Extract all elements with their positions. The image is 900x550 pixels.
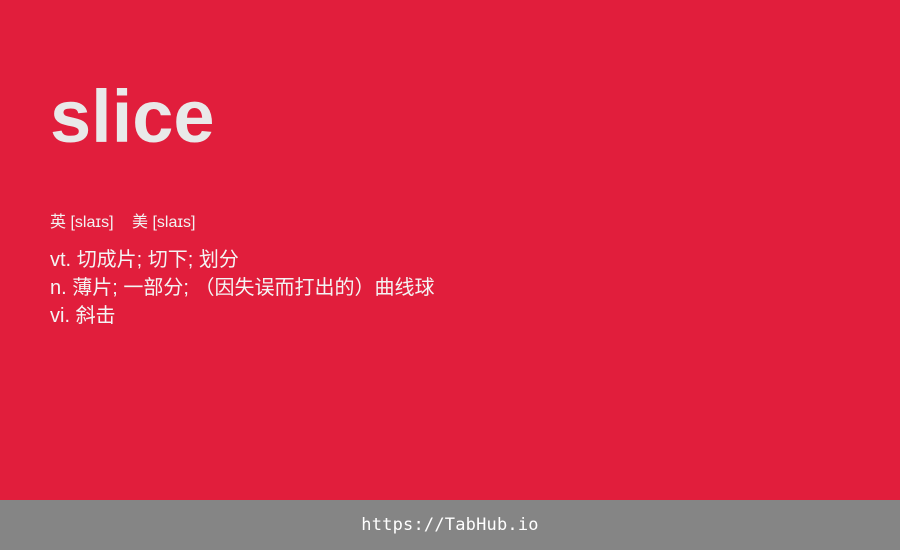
headword: slice <box>50 75 215 158</box>
definition-item: vi. 斜击 <box>50 302 434 330</box>
definitions-list: vt. 切成片; 切下; 划分 n. 薄片; 一部分; （因失误而打出的）曲线球… <box>50 246 434 330</box>
phonetic-uk-ipa: [slaɪs] <box>70 214 114 231</box>
phonetic-us: 美 [slaɪs] <box>132 212 196 234</box>
definition-meaning: 切成片; 切下; 划分 <box>76 249 239 271</box>
phonetic-uk-label: 英 <box>50 214 67 231</box>
definition-pos: vi. <box>50 305 70 327</box>
definition-item: n. 薄片; 一部分; （因失误而打出的）曲线球 <box>50 274 434 302</box>
phonetic-uk: 英 [slaɪs] <box>50 212 114 234</box>
phonetic-us-label: 美 <box>131 214 148 231</box>
definition-pos: vt. <box>50 249 72 271</box>
footer-bar: https://TabHub.io <box>0 500 900 550</box>
definition-meaning: 斜击 <box>75 305 116 327</box>
definition-pos: n. <box>50 277 67 299</box>
phonetic-us-ipa: [slaɪs] <box>152 214 196 231</box>
definition-meaning: 薄片; 一部分; （因失误而打出的）曲线球 <box>72 277 435 299</box>
tabhub-link[interactable]: https://TabHub.io <box>361 515 538 535</box>
phonetics-row: 英 [slaɪs] 美 [slaɪs] <box>50 212 195 234</box>
word-card: slice 英 [slaɪs] 美 [slaɪs] vt. 切成片; 切下; 划… <box>0 0 900 500</box>
definition-item: vt. 切成片; 切下; 划分 <box>50 246 434 274</box>
